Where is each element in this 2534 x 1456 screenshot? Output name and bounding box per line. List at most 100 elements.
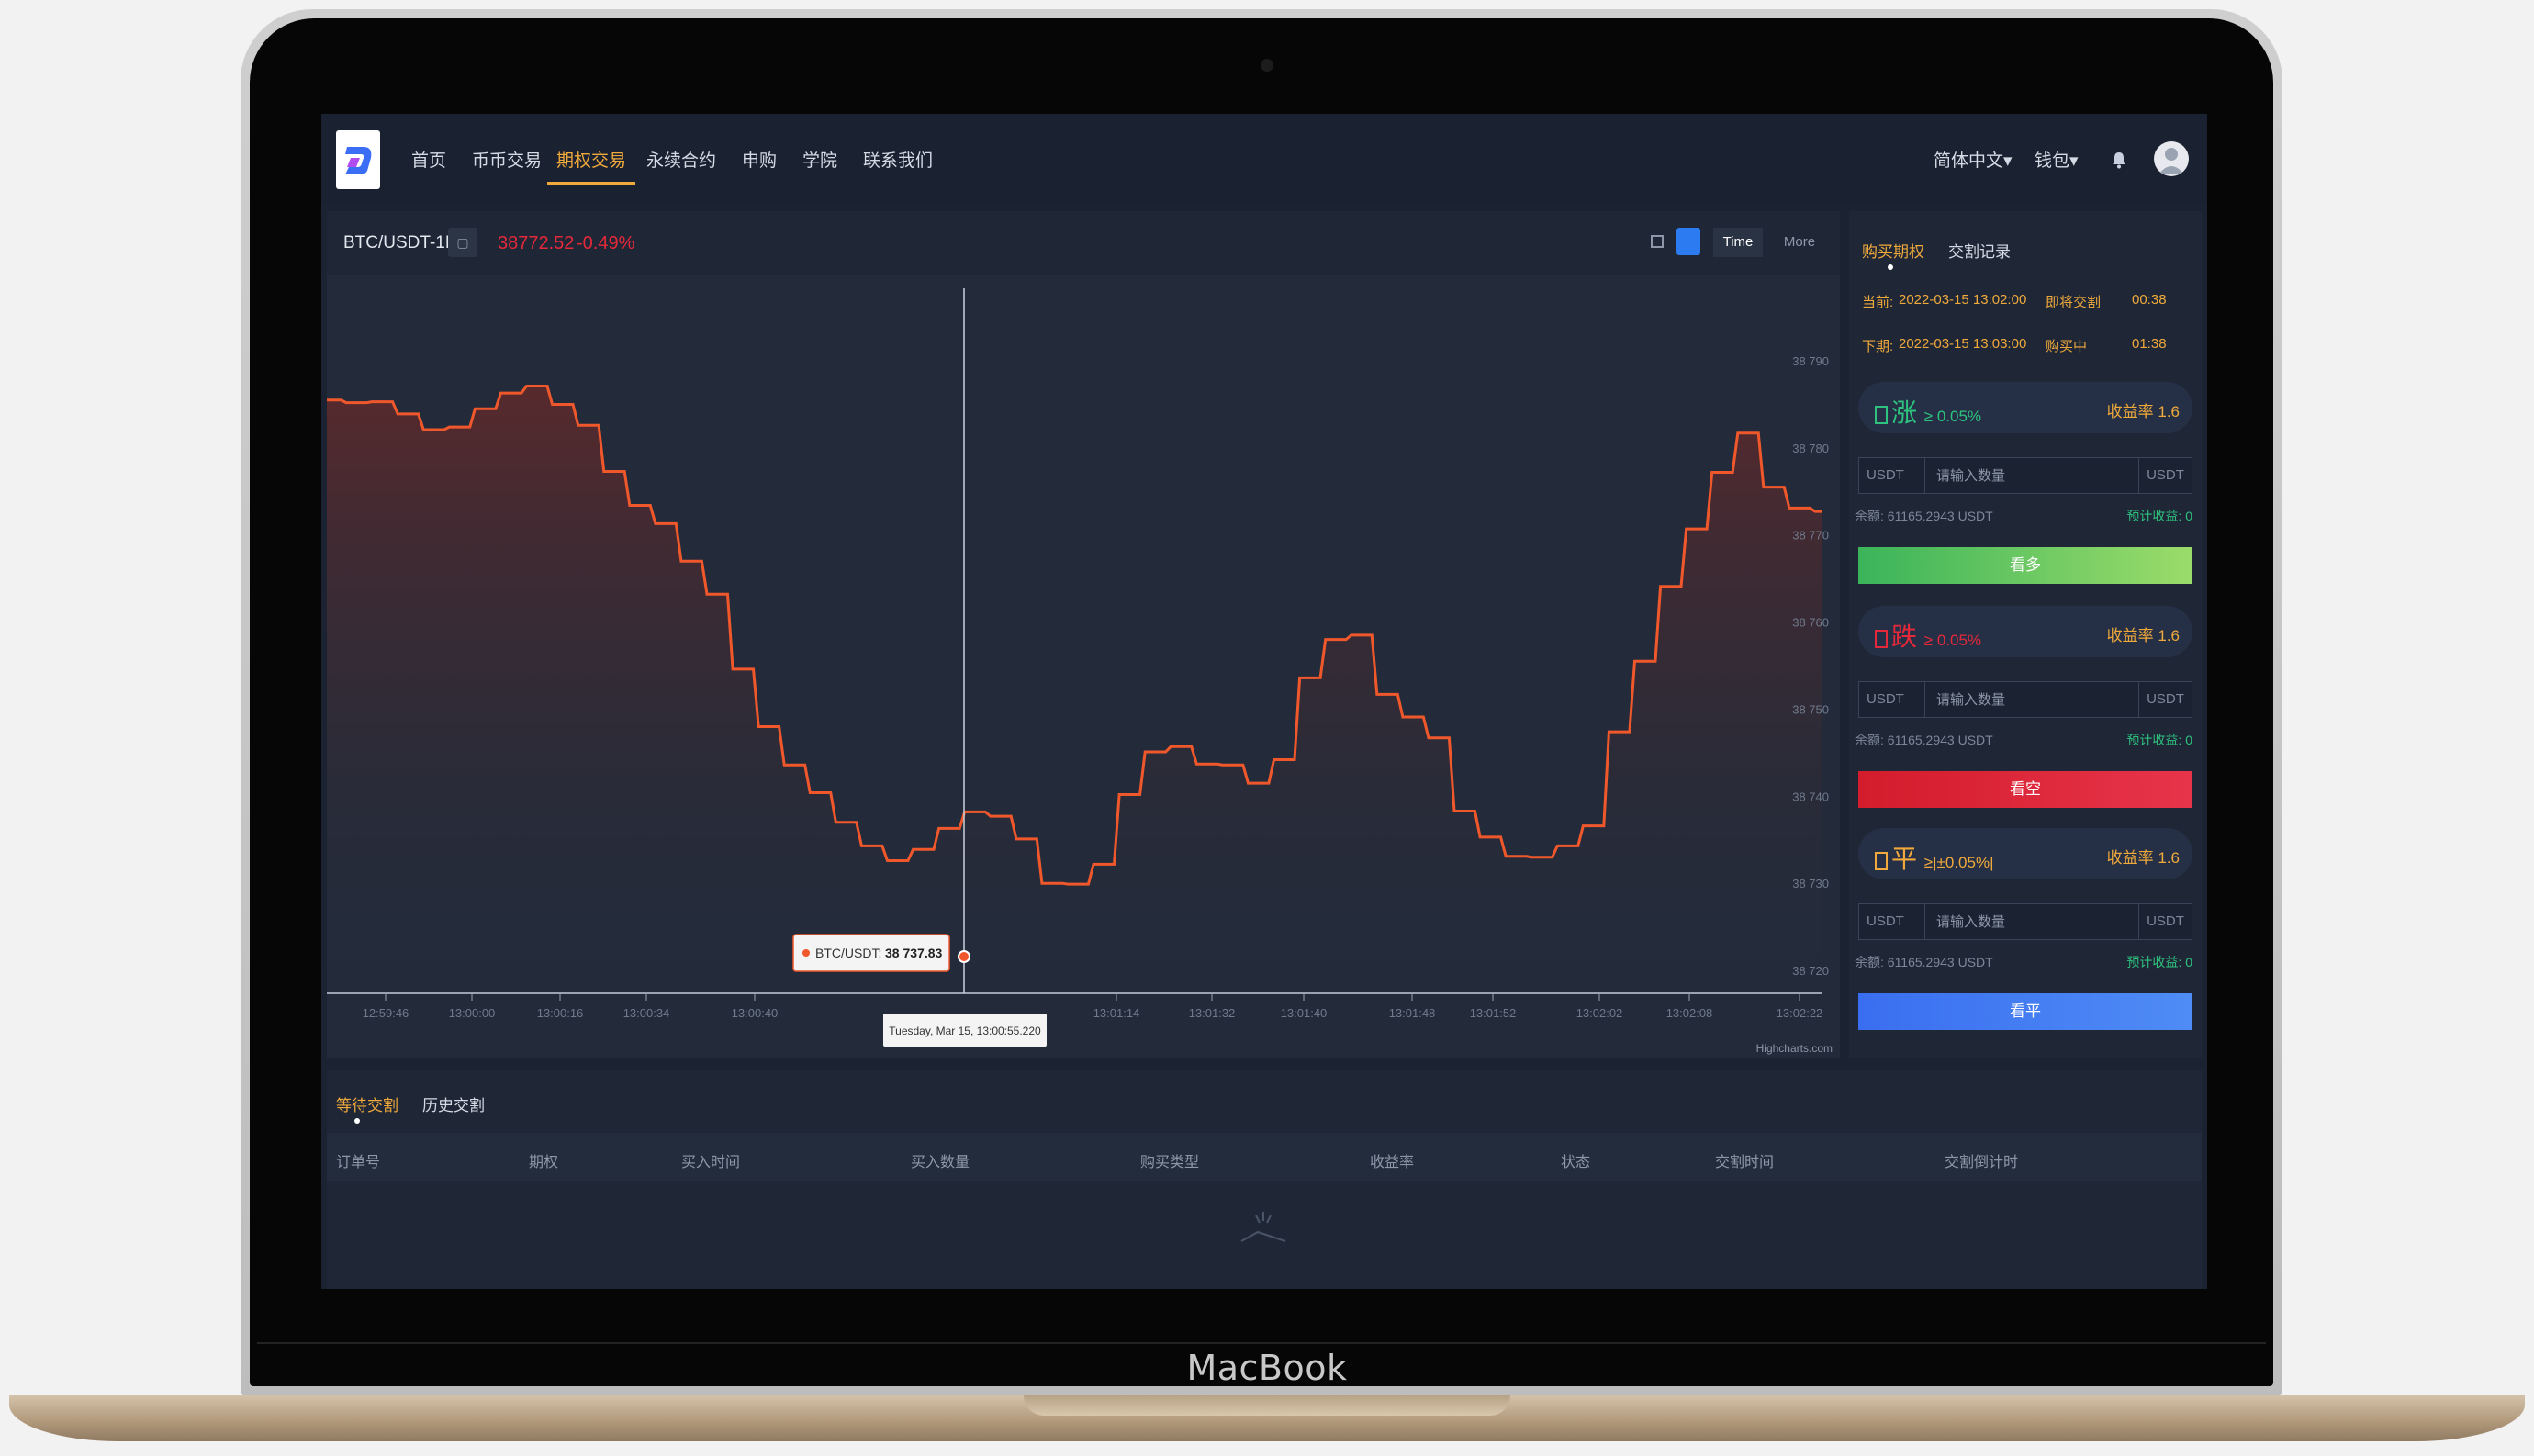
- current-period-time: 2022-03-15 13:02:00: [1899, 292, 2027, 308]
- hover-marker: [958, 950, 970, 963]
- amount-input-2[interactable]: [1927, 904, 2138, 939]
- logo[interactable]: [336, 130, 380, 189]
- unit-select-2[interactable]: USDT: [1859, 904, 1925, 939]
- x-tick-label: 13:02:08: [1666, 1006, 1713, 1020]
- y-tick-label: 38 780: [1792, 442, 1829, 455]
- nav-subscribe[interactable]: 申购: [742, 147, 777, 172]
- x-tick-label: 13:00:00: [449, 1006, 496, 1020]
- time-button[interactable]: Time: [1713, 228, 1763, 257]
- tooltip-value: 38 737.83: [885, 946, 942, 960]
- x-tick-label: 12:59:46: [363, 1006, 409, 1020]
- price-change: -0.49%: [577, 233, 635, 253]
- option-title-0: 涨 ≥ 0.05%: [1875, 393, 1981, 430]
- bell-icon[interactable]: [2110, 151, 2128, 169]
- next-period-label: 下期:: [1862, 339, 1894, 354]
- fullscreen-icon[interactable]: [1651, 235, 1664, 248]
- stage: MacBook 首页 币币交易 期权交易 永续合约 申购 学院 联系我们 简体中…: [0, 0, 2534, 1456]
- balance-1: 余额: 61165.2943 USDT: [1855, 733, 1993, 747]
- amount-input-row-2: USDT USDT: [1858, 903, 2192, 940]
- col-buy-type: 购买类型: [1140, 1155, 1200, 1170]
- next-period-time: 2022-03-15 13:03:00: [1899, 336, 2027, 352]
- col-delivery-time: 交割时间: [1715, 1155, 1775, 1170]
- laptop-notch: [1024, 1395, 1510, 1416]
- option-rate-0: 收益率 1.6: [2106, 403, 2180, 420]
- x-tick-label: 13:02:22: [1777, 1006, 1823, 1020]
- x-tick-label: 13:02:02: [1576, 1006, 1623, 1020]
- language-select[interactable]: 简体中文▾: [1934, 147, 2013, 172]
- orders-tab-indicator: [354, 1118, 360, 1124]
- avatar[interactable]: [2154, 141, 2189, 176]
- col-order-id: 订单号: [336, 1155, 381, 1170]
- amount-input-1[interactable]: [1927, 682, 2138, 717]
- amount-suffix-1: USDT: [2138, 682, 2192, 717]
- option-action-button-0[interactable]: 看多: [1858, 547, 2192, 584]
- tab-indicator: [1888, 264, 1893, 270]
- nav-academy[interactable]: 学院: [802, 147, 837, 172]
- option-action-button-2[interactable]: 看平: [1858, 993, 2192, 1030]
- empty-state-icon: [1240, 1212, 1286, 1242]
- nav-contact[interactable]: 联系我们: [863, 147, 933, 172]
- tab-pending-delivery[interactable]: 等待交割: [336, 1092, 398, 1115]
- y-tick-label: 38 740: [1792, 790, 1829, 803]
- col-status: 状态: [1561, 1155, 1591, 1170]
- current-period-status: 即将交割: [2046, 295, 2102, 310]
- col-return-rate: 收益率: [1370, 1155, 1415, 1170]
- y-tick-label: 38 730: [1792, 877, 1829, 890]
- nav-spot[interactable]: 币币交易: [472, 147, 542, 172]
- amount-input-0[interactable]: [1927, 458, 2138, 493]
- balance-2: 余额: 61165.2943 USDT: [1855, 955, 1993, 969]
- x-tick-label: 13:00:16: [537, 1006, 584, 1020]
- unit-select-1[interactable]: USDT: [1859, 682, 1925, 717]
- price-chart[interactable]: 38 790 38 780 38 770 38 760 38 750 38 740 38 7…: [327, 275, 1840, 1058]
- option-threshold-0: ≥ 0.05%: [1923, 408, 1982, 425]
- symbol-switch-icon[interactable]: ▢: [448, 228, 477, 257]
- tooltip-label: BTC/USDT:: [815, 946, 881, 960]
- last-price: 38772.52: [498, 233, 575, 253]
- option-card-0: 涨 ≥ 0.05% 收益率 1.6: [1858, 382, 2192, 433]
- amount-input-row-1: USDT USDT: [1858, 681, 2192, 718]
- option-mark-2: [1875, 851, 1888, 870]
- device-brand: MacBook: [1186, 1348, 1348, 1388]
- y-tick-label: 38 760: [1792, 616, 1829, 630]
- option-card-2: 平 ≥|±0.05%| 收益率 1.6: [1858, 828, 2192, 879]
- webcam: [1261, 59, 1273, 72]
- unit-select-0[interactable]: USDT: [1859, 458, 1925, 493]
- amount-suffix-0: USDT: [2138, 458, 2192, 493]
- candle-mode-icon[interactable]: [1676, 228, 1700, 255]
- x-tick-label: 13:01:40: [1281, 1006, 1328, 1020]
- tab-delivery-record[interactable]: 交割记录: [1948, 239, 2011, 262]
- x-tick-label: 13:01:48: [1389, 1006, 1436, 1020]
- balance-0: 余额: 61165.2943 USDT: [1855, 509, 1993, 523]
- price-area: [327, 386, 1822, 990]
- nav-options[interactable]: 期权交易: [556, 147, 626, 172]
- option-direction-1: 跌: [1891, 622, 1918, 651]
- estimated-profit-0: 预计收益: 0: [2126, 509, 2192, 523]
- tab-history-delivery[interactable]: 历史交割: [422, 1092, 485, 1115]
- bezel-divider: [257, 1342, 2266, 1344]
- option-direction-2: 平: [1891, 845, 1918, 873]
- chart-credits[interactable]: Highcharts.com: [1756, 1042, 1833, 1055]
- option-mark-1: [1875, 629, 1888, 648]
- estimated-profit-2: 预计收益: 0: [2126, 955, 2192, 969]
- tab-buy-option[interactable]: 购买期权: [1862, 239, 1924, 262]
- option-direction-0: 涨: [1891, 398, 1918, 427]
- option-action-button-1[interactable]: 看空: [1858, 771, 2192, 808]
- option-rate-2: 收益率 1.6: [2106, 849, 2180, 867]
- current-period-label: 当前:: [1862, 295, 1894, 310]
- option-threshold-2: ≥|±0.05%|: [1923, 854, 1994, 871]
- nav-home[interactable]: 首页: [411, 147, 446, 172]
- nav-perpetual[interactable]: 永续合约: [646, 147, 716, 172]
- y-tick-label: 38 790: [1792, 354, 1829, 368]
- nav-active-indicator: [547, 182, 635, 185]
- orders-panel: 等待交割 历史交割 订单号 期权 买入时间 买入数量 购买类型 收益率 状态 交…: [327, 1070, 2202, 1289]
- symbol-label: BTC/USDT-1M: [343, 233, 460, 252]
- option-rate-1: 收益率 1.6: [2106, 627, 2180, 644]
- more-button[interactable]: More: [1774, 228, 1825, 257]
- y-tick-label: 38 750: [1792, 702, 1829, 716]
- orders-table-header: 订单号 期权 买入时间 买入数量 购买类型 收益率 状态 交割时间 交割倒计时: [327, 1133, 2202, 1181]
- tooltip-time: Tuesday, Mar 15, 13:00:55.220: [889, 1025, 1041, 1037]
- x-tick-label: 13:00:34: [623, 1006, 670, 1020]
- option-panel: 购买期权 交割记录 当前: 2022-03-15 13:02:00 即将交割 0…: [1849, 211, 2202, 1058]
- col-delivery-countdown: 交割倒计时: [1945, 1155, 2019, 1170]
- wallet-menu[interactable]: 钱包▾: [2035, 147, 2079, 172]
